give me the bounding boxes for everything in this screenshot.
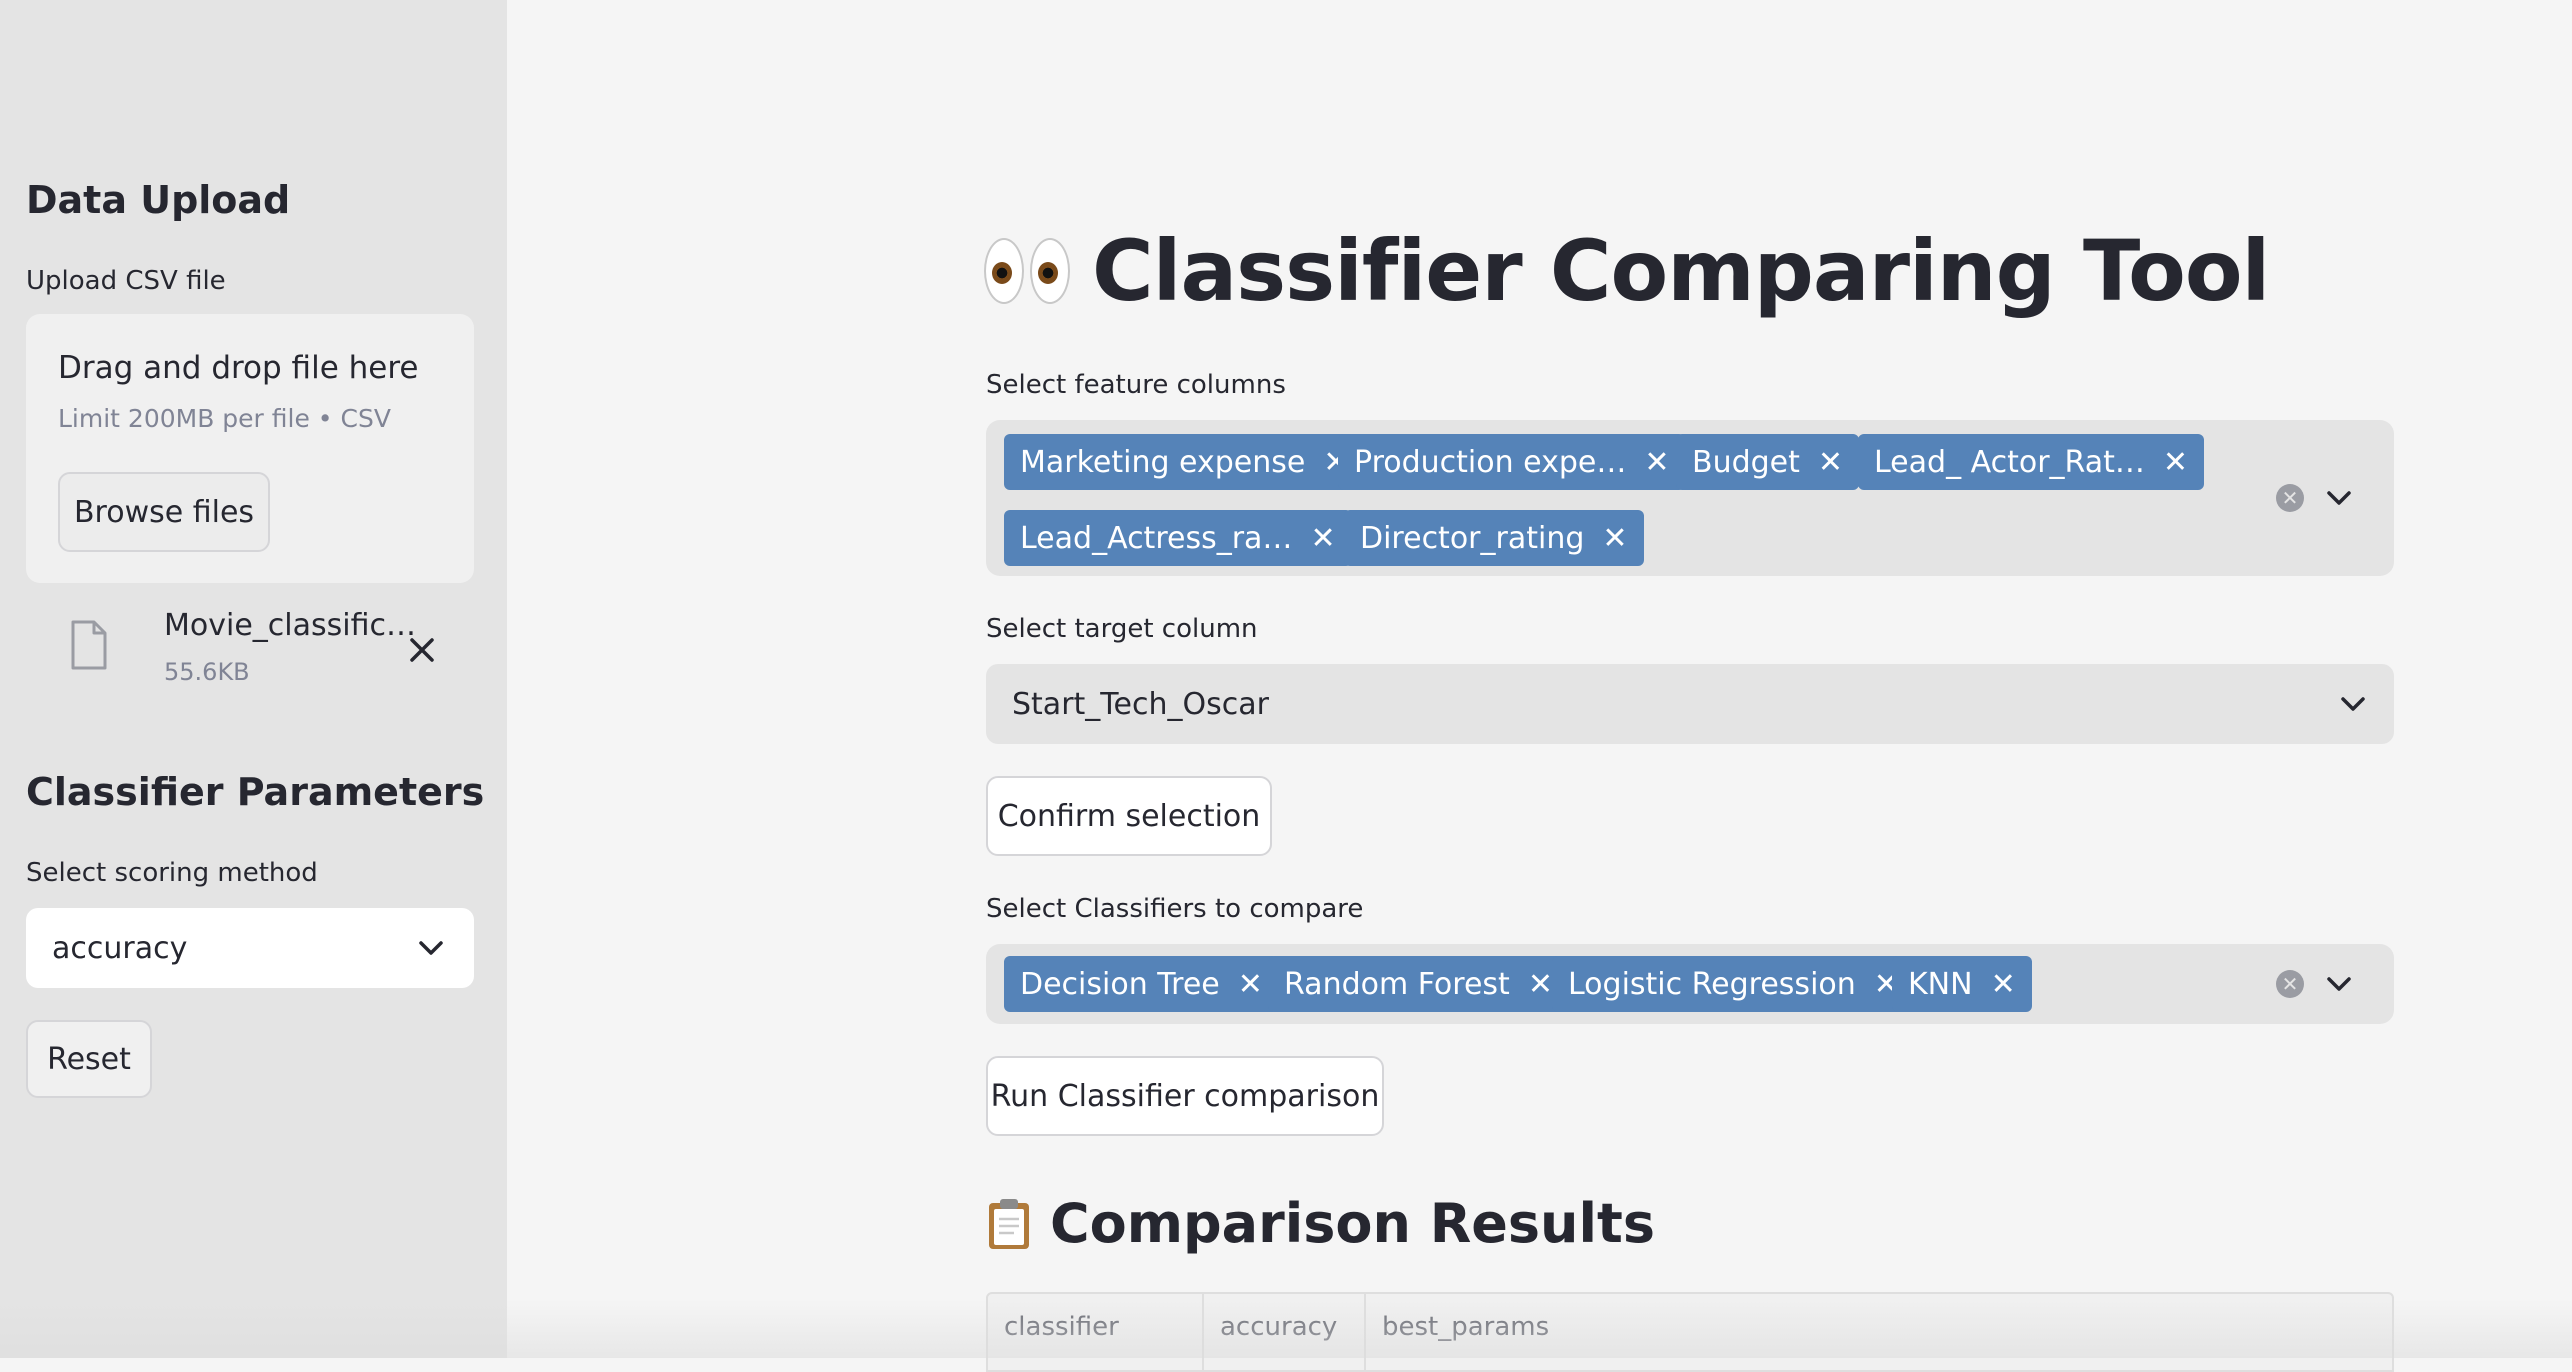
- uploaded-file-row: Movie_classific… 55.6KB: [60, 608, 460, 698]
- tag-remove-icon[interactable]: ✕: [1818, 445, 1843, 480]
- comparison-results-heading: Comparison Results: [986, 1192, 1655, 1255]
- feature-tag-label: Lead_Actress_ra…: [1020, 520, 1293, 556]
- tag-remove-icon[interactable]: ✕: [1991, 967, 2016, 1002]
- classifier-tag-label: Logistic Regression: [1568, 966, 1856, 1002]
- feature-tag[interactable]: Lead_ Actor_Rat… ✕: [1858, 434, 2205, 490]
- page-title: Classifier Comparing Tool: [984, 222, 2270, 320]
- classifier-tag[interactable]: Random Forest ✕: [1268, 956, 1569, 1012]
- file-dropzone[interactable]: Drag and drop file here Limit 200MB per …: [26, 314, 474, 583]
- sidebar: Data Upload Upload CSV file Drag and dro…: [0, 0, 507, 1358]
- feature-columns-multiselect[interactable]: Marketing expense ✕ Production expe… ✕ Bud…: [986, 420, 2394, 576]
- classifier-tag-label: KNN: [1908, 966, 1973, 1002]
- clear-all-icon[interactable]: ✕: [2276, 970, 2304, 998]
- run-comparison-button[interactable]: Run Classifier comparison: [986, 1056, 1384, 1136]
- file-icon: [71, 620, 107, 670]
- classifiers-multiselect[interactable]: Decision Tree ✕ Random Forest ✕ Logistic R…: [986, 944, 2394, 1024]
- table-header-accuracy[interactable]: accuracy: [1204, 1294, 1366, 1370]
- classifier-parameters-heading: Classifier Parameters: [26, 770, 485, 814]
- feature-tag[interactable]: Budget ✕: [1676, 434, 1860, 490]
- data-upload-heading: Data Upload: [26, 178, 291, 222]
- chevron-down-icon: [419, 941, 443, 955]
- remove-file-close-icon[interactable]: [406, 634, 438, 666]
- scoring-method-label: Select scoring method: [26, 858, 318, 888]
- comparison-results-text: Comparison Results: [1050, 1192, 1655, 1255]
- upload-label: Upload CSV file: [26, 266, 226, 296]
- feature-tag-label: Marketing expense: [1020, 444, 1306, 480]
- results-table: classifier accuracy best_params: [986, 1292, 2394, 1372]
- chevron-down-icon: [2341, 697, 2365, 711]
- classifier-tag[interactable]: Logistic Regression ✕: [1552, 956, 1915, 1012]
- classifiers-label: Select Classifiers to compare: [986, 894, 1364, 924]
- page-title-text: Classifier Comparing Tool: [1092, 222, 2270, 320]
- clipboard-emoji-icon: [989, 1198, 1029, 1249]
- feature-tag-label: Director_rating: [1360, 520, 1585, 556]
- uploaded-file-name: Movie_classific…: [164, 608, 416, 643]
- table-header-classifier[interactable]: classifier: [988, 1294, 1204, 1370]
- feature-tag-label: Lead_ Actor_Rat…: [1874, 444, 2145, 480]
- tag-remove-icon[interactable]: ✕: [1644, 445, 1669, 480]
- feature-tag[interactable]: Production expe… ✕: [1338, 434, 1686, 490]
- classifier-tag[interactable]: KNN ✕: [1892, 956, 2032, 1012]
- tag-remove-icon[interactable]: ✕: [1310, 521, 1335, 556]
- target-column-value: Start_Tech_Oscar: [1012, 686, 1269, 722]
- tag-remove-icon[interactable]: ✕: [1528, 967, 1553, 1002]
- feature-tag-label: Budget: [1692, 444, 1800, 480]
- feature-tag[interactable]: Director_rating ✕: [1344, 510, 1644, 566]
- feature-columns-label: Select feature columns: [986, 370, 1286, 400]
- browse-files-button[interactable]: Browse files: [58, 472, 270, 552]
- uploaded-file-size: 55.6KB: [164, 658, 250, 686]
- chevron-down-icon[interactable]: [2326, 490, 2352, 506]
- target-column-select[interactable]: Start_Tech_Oscar: [986, 664, 2394, 744]
- classifier-tag-label: Random Forest: [1284, 966, 1510, 1002]
- scoring-method-select[interactable]: accuracy: [26, 908, 474, 988]
- target-column-label: Select target column: [986, 614, 1258, 644]
- scoring-method-value: accuracy: [52, 930, 188, 966]
- reset-button[interactable]: Reset: [26, 1020, 152, 1098]
- dropzone-title: Drag and drop file here: [58, 350, 419, 386]
- feature-tag-label: Production expe…: [1354, 444, 1627, 480]
- feature-tag[interactable]: Marketing expense ✕: [1004, 434, 1365, 490]
- chevron-down-icon[interactable]: [2326, 976, 2352, 992]
- eyes-emoji-icon: [984, 238, 1070, 304]
- feature-tag[interactable]: Lead_Actress_ra… ✕: [1004, 510, 1352, 566]
- table-header-best-params[interactable]: best_params: [1366, 1294, 2392, 1370]
- classifier-tag[interactable]: Decision Tree ✕: [1004, 956, 1279, 1012]
- clear-all-icon[interactable]: ✕: [2276, 484, 2304, 512]
- confirm-selection-button[interactable]: Confirm selection: [986, 776, 1272, 856]
- tag-remove-icon[interactable]: ✕: [1238, 967, 1263, 1002]
- classifier-tag-label: Decision Tree: [1020, 966, 1220, 1002]
- tag-remove-icon[interactable]: ✕: [1602, 521, 1627, 556]
- tag-remove-icon[interactable]: ✕: [2163, 445, 2188, 480]
- dropzone-limit-text: Limit 200MB per file • CSV: [58, 404, 391, 433]
